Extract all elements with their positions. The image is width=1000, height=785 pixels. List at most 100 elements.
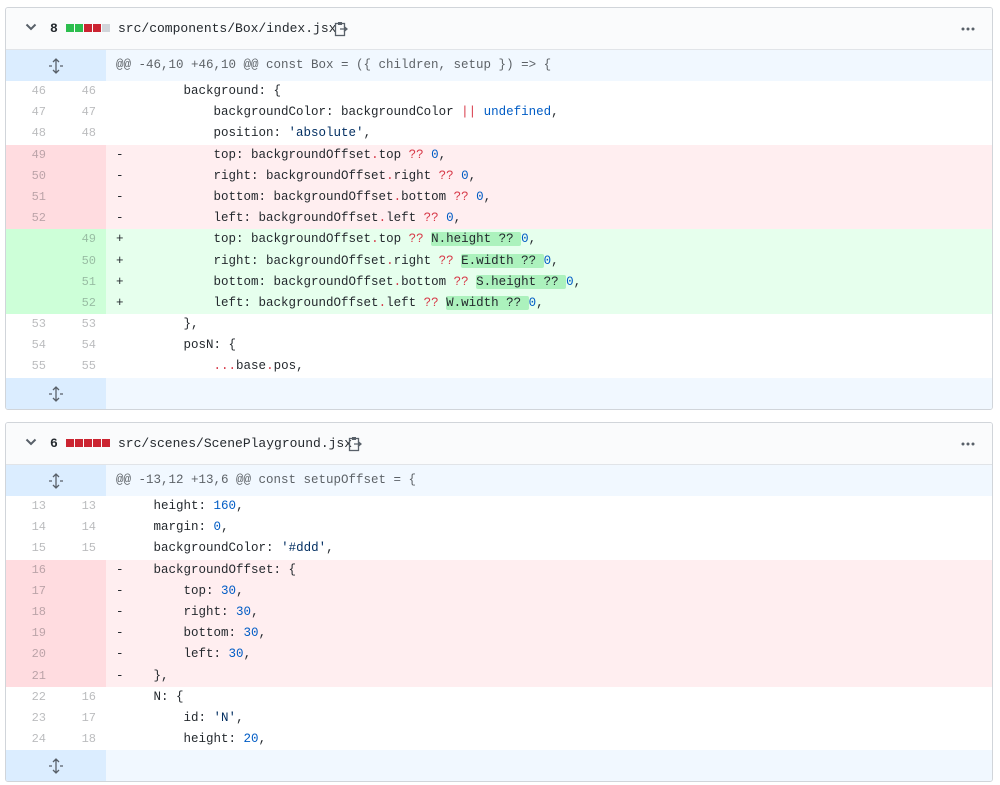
old-line-number[interactable]	[6, 292, 56, 315]
old-line-number[interactable]: 47	[6, 102, 56, 124]
new-line-number[interactable]: 49	[56, 229, 106, 251]
clipboard-icon[interactable]	[334, 21, 348, 37]
new-line-number[interactable]: 18	[56, 729, 106, 751]
old-line-number[interactable]: 21	[6, 665, 56, 687]
expand-up-button[interactable]	[6, 465, 106, 496]
diff-line: 54 54 posN: {	[6, 335, 992, 357]
old-line-number[interactable]: 46	[6, 81, 56, 103]
code-token: .	[371, 147, 379, 162]
old-line-number[interactable]	[6, 250, 56, 272]
code-token: left: backgroundOffset	[213, 295, 379, 310]
code-line: id: 'N',	[106, 708, 992, 729]
old-line-number[interactable]: 20	[6, 644, 56, 666]
new-line-number[interactable]: 51	[56, 271, 106, 293]
new-line-number[interactable]	[56, 580, 106, 602]
code-token: height:	[183, 732, 244, 747]
expand-down-button[interactable]	[6, 377, 106, 409]
new-line-number[interactable]: 14	[56, 517, 106, 539]
diff-sign: +	[116, 295, 124, 310]
file-header: 6 src/scenes/ScenePlayground.jsx	[6, 423, 992, 465]
code-token: bottom: backgroundOffset	[213, 274, 394, 289]
new-line-number[interactable]: 16	[56, 686, 106, 708]
old-line-number[interactable]: 55	[6, 356, 56, 378]
code-line: backgroundColor: backgroundColor || unde…	[106, 102, 992, 123]
code-token: background: {	[183, 84, 282, 98]
diff-sign: -	[116, 562, 124, 577]
code-token: 30	[243, 626, 259, 641]
new-line-number[interactable]: 13	[56, 496, 106, 518]
file-name[interactable]: src/scenes/ScenePlayground.jsx	[118, 436, 352, 451]
new-line-number[interactable]: 47	[56, 102, 106, 124]
expand-down-button[interactable]	[6, 750, 106, 782]
new-line-number[interactable]: 54	[56, 335, 106, 357]
code-token: ,	[251, 604, 259, 619]
diffstat-block	[66, 24, 74, 32]
new-line-number[interactable]	[56, 644, 106, 666]
new-line-number[interactable]: 52	[56, 292, 106, 315]
code-token: right: backgroundOffset	[213, 253, 387, 268]
code-token: ??	[408, 232, 424, 247]
old-line-number[interactable]: 23	[6, 707, 56, 730]
old-line-number[interactable]: 51	[6, 186, 56, 209]
diff-line: 16 - backgroundOffset: {	[6, 559, 992, 581]
new-line-number[interactable]: 15	[56, 538, 106, 560]
old-line-number[interactable]: 54	[6, 335, 56, 357]
old-line-number[interactable]: 16	[6, 559, 56, 581]
new-line-number[interactable]	[56, 186, 106, 209]
new-line-number[interactable]	[56, 559, 106, 581]
diffstat-block	[102, 24, 110, 32]
old-line-number[interactable]	[6, 271, 56, 293]
diff-table: @@ -13,12 +13,6 @@ const setupOffset = {…	[6, 465, 992, 782]
new-line-number[interactable]: 55	[56, 356, 106, 378]
file-name[interactable]: src/components/Box/index.jsx	[118, 21, 336, 36]
old-line-number[interactable]: 49	[6, 144, 56, 166]
new-line-number[interactable]: 46	[56, 81, 106, 103]
code-token: position:	[213, 126, 289, 141]
code-line: - top: 30,	[106, 580, 992, 602]
chevron-down-icon[interactable]	[23, 19, 39, 35]
new-line-number[interactable]	[56, 165, 106, 187]
old-line-number[interactable]: 24	[6, 729, 56, 751]
new-line-number[interactable]	[56, 623, 106, 645]
old-line-number[interactable]: 17	[6, 580, 56, 602]
new-line-number[interactable]: 53	[56, 314, 106, 336]
new-line-number[interactable]: 17	[56, 707, 106, 730]
code-token: backgroundColor: backgroundColor	[213, 105, 462, 120]
diff-sign: +	[116, 274, 124, 289]
expand-up-button[interactable]	[6, 50, 106, 81]
old-line-number[interactable]: 50	[6, 165, 56, 187]
old-line-number[interactable]: 15	[6, 538, 56, 560]
more-options-icon[interactable]	[960, 21, 976, 37]
highlighted-token: N.height ??	[431, 232, 522, 247]
new-line-number[interactable]: 50	[56, 250, 106, 272]
old-line-number[interactable]: 52	[6, 208, 56, 230]
new-line-number[interactable]	[56, 208, 106, 230]
new-line-number[interactable]	[56, 665, 106, 687]
diff-line: 18 - right: 30,	[6, 601, 992, 624]
old-line-number[interactable]: 22	[6, 686, 56, 708]
chevron-down-icon[interactable]	[23, 434, 39, 450]
old-line-number[interactable]: 14	[6, 517, 56, 539]
diff-sign	[116, 359, 124, 373]
new-line-number[interactable]	[56, 144, 106, 166]
old-line-number[interactable]: 19	[6, 623, 56, 645]
diff-sign: -	[116, 168, 124, 183]
new-line-number[interactable]	[56, 601, 106, 624]
old-line-number[interactable]: 18	[6, 601, 56, 624]
more-options-icon[interactable]	[960, 436, 976, 452]
old-line-number[interactable]: 48	[6, 123, 56, 145]
code-token: right	[393, 168, 439, 183]
old-line-number[interactable]: 53	[6, 314, 56, 336]
code-line: background: {	[106, 81, 992, 102]
diff-line: 53 53 },	[6, 314, 992, 336]
clipboard-icon[interactable]	[348, 436, 362, 452]
old-line-number[interactable]	[6, 229, 56, 251]
new-line-number[interactable]: 48	[56, 123, 106, 145]
old-line-number[interactable]: 13	[6, 496, 56, 518]
